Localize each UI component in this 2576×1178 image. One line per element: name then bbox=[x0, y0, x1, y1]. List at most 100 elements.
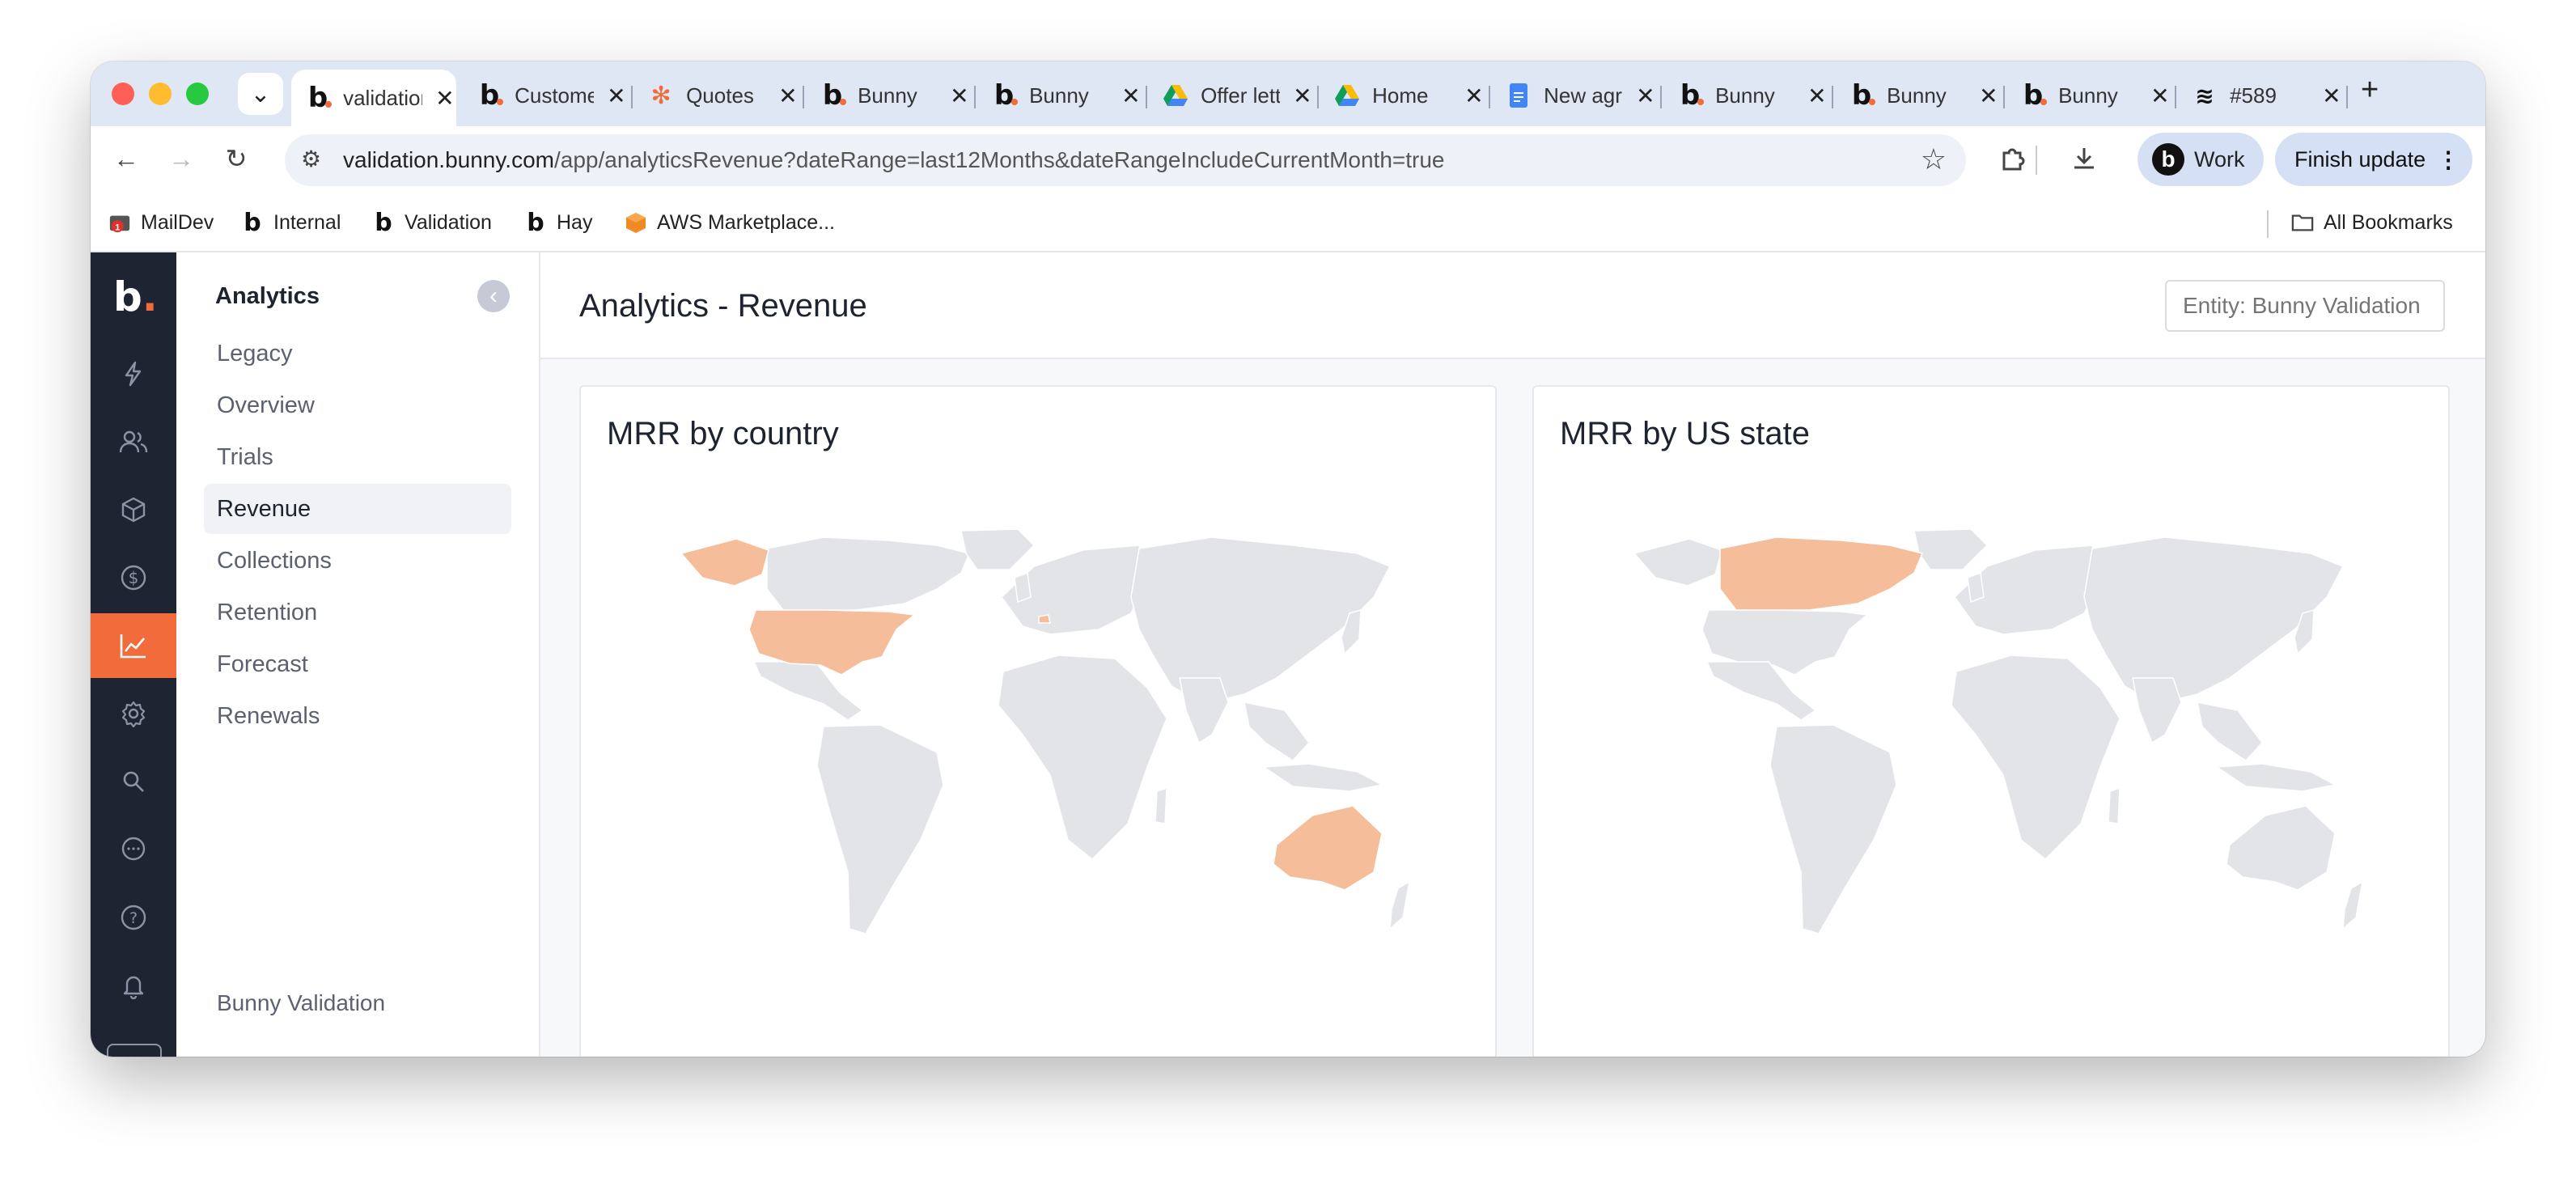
profile-button[interactable]: b Work bbox=[2137, 133, 2264, 186]
svg-text:?: ? bbox=[129, 909, 138, 927]
rail-item-analytics[interactable] bbox=[91, 613, 176, 678]
all-bookmarks-label: All Bookmarks bbox=[2324, 210, 2453, 234]
gear-icon bbox=[121, 701, 146, 727]
rail-item-notifications[interactable] bbox=[91, 953, 176, 1018]
tab-strip: ⌄ b validation.bunny.com ✕ b Customers ✕… bbox=[91, 61, 2485, 126]
download-icon[interactable] bbox=[2066, 141, 2102, 176]
tab-separator bbox=[1832, 86, 1833, 108]
tab-separator bbox=[1146, 86, 1147, 108]
rail-item-billing[interactable]: $ bbox=[91, 545, 176, 610]
bookmarks-bar: 1 MailDev b Internal b Validation b Hay … bbox=[91, 194, 2485, 252]
entity-filter-input[interactable] bbox=[2165, 280, 2445, 332]
minimize-window-button[interactable] bbox=[149, 83, 172, 105]
nav-item-retention[interactable]: Retention bbox=[204, 587, 511, 638]
browser-window: ⌄ b validation.bunny.com ✕ b Customers ✕… bbox=[91, 61, 2485, 1057]
rail-item-customers[interactable] bbox=[91, 409, 176, 474]
rail-item-products[interactable] bbox=[91, 477, 176, 542]
user-avatar[interactable] bbox=[107, 1044, 162, 1057]
close-icon[interactable]: ✕ bbox=[948, 83, 971, 109]
close-icon[interactable]: ✕ bbox=[434, 85, 456, 112]
map-region-new-zealand bbox=[1389, 880, 1411, 930]
tab[interactable]: ✻ Quotes ✕ bbox=[634, 71, 799, 120]
close-icon[interactable]: ✕ bbox=[1120, 83, 1142, 109]
map-region-india bbox=[1179, 677, 1229, 744]
chevron-down-icon: ⌄ bbox=[250, 80, 271, 108]
tab[interactable]: Offer letter ✕ bbox=[1149, 71, 1314, 120]
bookmark-validation[interactable]: b Validation bbox=[372, 209, 492, 237]
rail-item-quotes[interactable] bbox=[91, 341, 176, 406]
tab[interactable]: b Bunny ✕ bbox=[1663, 71, 1828, 120]
mrr-by-us-state-card: MRR by US state bbox=[1532, 385, 2450, 1057]
tab[interactable]: New agreement ✕ bbox=[1492, 71, 1657, 120]
map-region-uk bbox=[1014, 571, 1032, 604]
tab[interactable]: b validation.bunny.com ✕ bbox=[291, 70, 456, 126]
tab[interactable]: ≋ #589 ✕ bbox=[2178, 71, 2343, 120]
tab[interactable]: Home ✕ bbox=[1320, 71, 1485, 120]
tab-search-button[interactable]: ⌄ bbox=[238, 73, 283, 115]
nav-item-label: Renewals bbox=[217, 702, 320, 729]
close-icon[interactable]: ✕ bbox=[1634, 83, 1657, 109]
rail-item-chat[interactable] bbox=[91, 817, 176, 882]
tab[interactable]: b Customers ✕ bbox=[463, 71, 628, 120]
tab[interactable]: b Bunny ✕ bbox=[977, 71, 1142, 120]
rail-item-search[interactable] bbox=[91, 749, 176, 814]
collapse-sidebar-button[interactable]: ‹ bbox=[477, 280, 510, 312]
all-bookmarks-button[interactable]: All Bookmarks bbox=[2291, 209, 2453, 236]
forward-arrow-icon[interactable]: → bbox=[163, 141, 199, 176]
nav-item-overview[interactable]: Overview bbox=[204, 380, 511, 430]
close-icon[interactable]: ✕ bbox=[2320, 83, 2343, 109]
extensions-puzzle-icon[interactable] bbox=[1995, 141, 2031, 176]
aws-marketplace-icon bbox=[625, 211, 647, 234]
close-icon[interactable]: ✕ bbox=[605, 83, 628, 109]
site-settings-icon[interactable]: ⚙ bbox=[301, 146, 321, 172]
new-tab-plus-icon[interactable]: + bbox=[2361, 73, 2379, 108]
map-region-uk bbox=[1967, 571, 1985, 604]
icon-rail: b. $ ? bbox=[91, 252, 176, 1057]
address-bar[interactable]: ⚙ validation.bunny.com/app/analyticsReve… bbox=[285, 134, 1966, 186]
nav-item-forecast[interactable]: Forecast bbox=[204, 639, 511, 689]
kebab-menu-icon: ⋮ bbox=[2437, 146, 2460, 172]
nav-item-collections[interactable]: Collections bbox=[204, 536, 511, 586]
nav-item-renewals[interactable]: Renewals bbox=[204, 691, 511, 741]
map-region-australia bbox=[1273, 805, 1383, 891]
rail-item-settings[interactable] bbox=[91, 681, 176, 746]
nav-item-trials[interactable]: Trials bbox=[204, 432, 511, 482]
close-icon[interactable]: ✕ bbox=[1977, 83, 2000, 109]
tab[interactable]: b Bunny ✕ bbox=[2006, 71, 2171, 120]
back-arrow-icon[interactable]: ← bbox=[108, 141, 144, 176]
bunny-logo[interactable]: b. bbox=[113, 273, 158, 320]
tab-separator bbox=[2175, 86, 2176, 108]
bookmark-maildev[interactable]: 1 MailDev bbox=[108, 209, 214, 236]
tab-title: Bunny bbox=[1715, 83, 1775, 108]
close-icon[interactable]: ✕ bbox=[1291, 83, 1314, 109]
nav-item-revenue[interactable]: Revenue bbox=[204, 484, 511, 534]
svg-text:$: $ bbox=[129, 568, 139, 587]
page-title: Analytics - Revenue bbox=[579, 288, 867, 324]
bookmark-aws-marketplace[interactable]: AWS Marketplace... bbox=[625, 209, 835, 236]
url-path: /app/analyticsRevenue?dateRange=last12Mo… bbox=[553, 147, 1445, 172]
bunny-logo-icon: b bbox=[477, 79, 504, 112]
tab-title: Offer letter bbox=[1201, 83, 1280, 108]
box-icon bbox=[121, 497, 146, 523]
reload-icon[interactable]: ↻ bbox=[218, 141, 254, 176]
close-icon[interactable]: ✕ bbox=[1806, 83, 1828, 109]
nav-item-legacy[interactable]: Legacy bbox=[204, 328, 511, 379]
zoom-window-button[interactable] bbox=[186, 83, 209, 105]
rail-item-help[interactable]: ? bbox=[91, 885, 176, 950]
map-region-switzerland bbox=[1038, 614, 1051, 624]
close-icon[interactable]: ✕ bbox=[1463, 83, 1485, 109]
tab[interactable]: b Bunny ✕ bbox=[1835, 71, 2000, 120]
star-icon[interactable]: ☆ bbox=[1921, 142, 1947, 176]
nav-item-label: Trials bbox=[217, 443, 273, 470]
bunny-logo-icon: b bbox=[820, 79, 847, 112]
finish-update-button[interactable]: Finish update ⋮ bbox=[2275, 133, 2472, 186]
bookmark-hay[interactable]: b Hay bbox=[524, 209, 592, 237]
tab[interactable]: b Bunny ✕ bbox=[806, 71, 971, 120]
bookmark-internal[interactable]: b Internal bbox=[241, 209, 341, 237]
close-icon[interactable]: ✕ bbox=[2149, 83, 2171, 109]
close-icon[interactable]: ✕ bbox=[777, 83, 799, 109]
hubspot-icon: ✻ bbox=[650, 81, 672, 110]
close-window-button[interactable] bbox=[112, 83, 134, 105]
map-region-new-zealand bbox=[2342, 880, 2364, 930]
entity-name-footer[interactable]: Bunny Validation bbox=[217, 990, 385, 1016]
